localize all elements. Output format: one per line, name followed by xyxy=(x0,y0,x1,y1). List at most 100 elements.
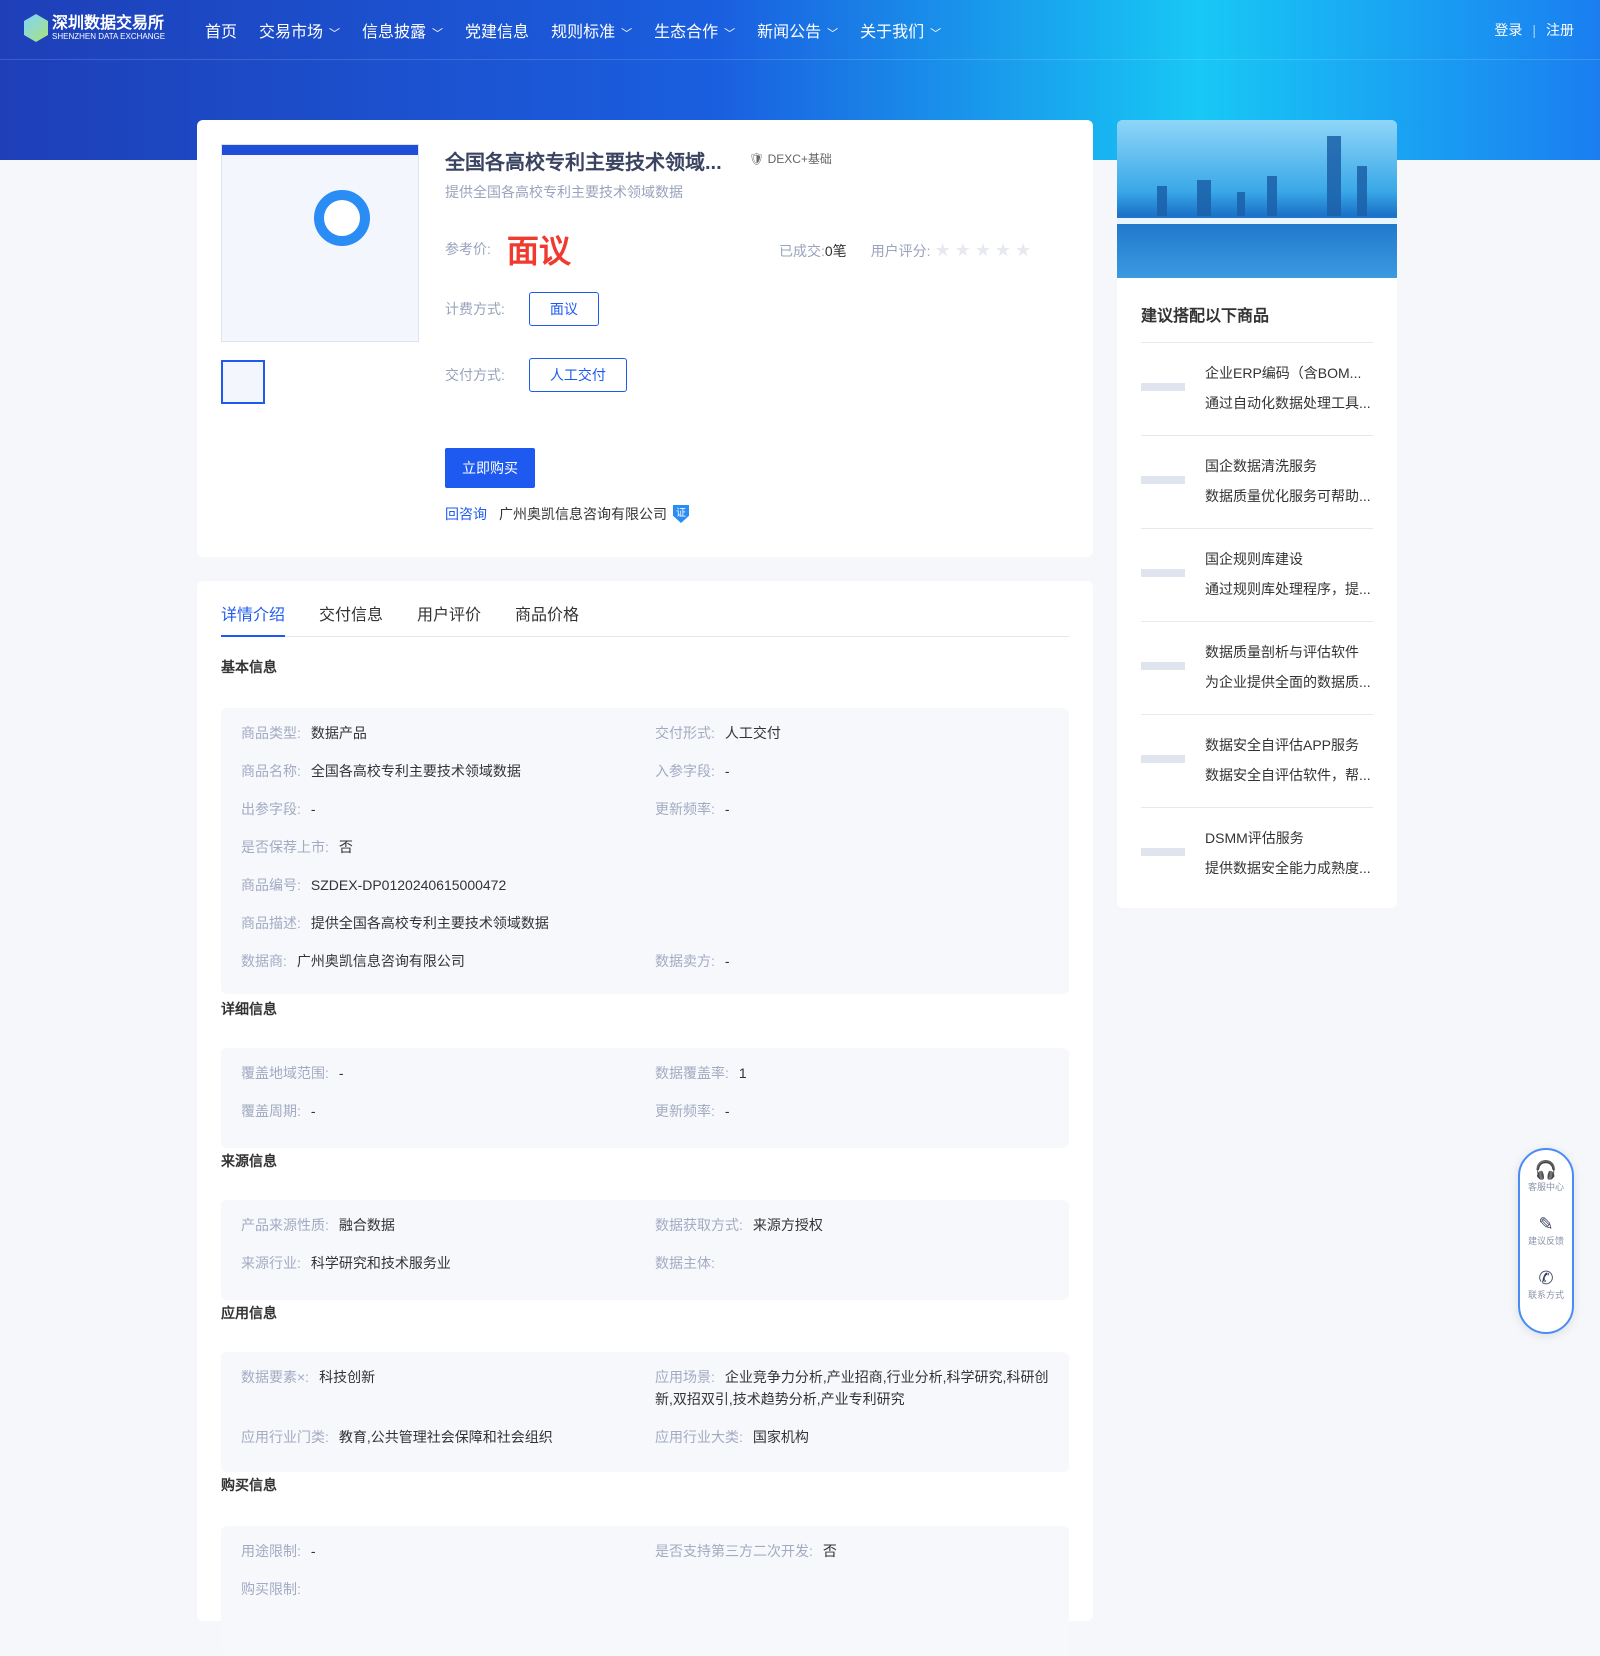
field-label: 数据覆盖率: xyxy=(655,1065,729,1081)
sold-value: 0笔 xyxy=(824,242,847,259)
recommend-item[interactable]: DSMM评估服务 提供数据安全能力成熟度... xyxy=(1141,807,1373,900)
field-value: - xyxy=(310,801,316,817)
field-label: 应用场景: xyxy=(655,1369,715,1385)
recommend-item-title: 数据安全自评估APP服务 xyxy=(1205,737,1360,753)
info-field: 是否保荐上市: 否 xyxy=(241,836,353,858)
section-title: 基本信息 xyxy=(221,659,277,675)
field-value: 提供全国各高校专利主要技术领域数据 xyxy=(310,915,549,931)
login-link[interactable]: 登录 xyxy=(1494,22,1522,38)
float-label: 建议反馈 xyxy=(1527,1236,1564,1246)
info-field: 交付形式: 人工交付 xyxy=(655,722,1055,744)
info-field: 商品名称: 全国各高校专利主要技术领域数据 xyxy=(241,760,521,782)
chevron-down-icon: ﹀ xyxy=(329,28,341,40)
field-value: - xyxy=(338,1065,344,1081)
field-value: - xyxy=(724,953,730,969)
logo[interactable]: 深圳数据交易所 SHENZHEN DATA EXCHANGE xyxy=(24,14,165,42)
floating-toolbar: 🎧 客服中心 ✎ 建议反馈 ✆ 联系方式 xyxy=(1518,1148,1574,1334)
product-logo-icon xyxy=(1141,476,1185,484)
register-link[interactable]: 注册 xyxy=(1546,22,1574,38)
headset-icon: 🎧 xyxy=(1534,1160,1558,1180)
info-field: 商品类型: 数据产品 xyxy=(241,722,367,744)
detail-tabs: 详情介绍 交付信息 用户评价 商品价格 xyxy=(221,601,1069,637)
dexc-badge: 🛡 DEXC+基础 xyxy=(749,152,832,166)
field-label: 数据商: xyxy=(241,953,287,969)
field-value: 全国各高校专利主要技术领域数据 xyxy=(310,763,521,779)
info-field: 数据卖方: - xyxy=(655,950,1055,972)
recommend-item-title: DSMM评估服务 xyxy=(1205,830,1304,846)
field-value: - xyxy=(310,1103,316,1119)
rating-stars: ★ ★ ★ ★ ★ xyxy=(931,240,1032,261)
field-label: 商品类型: xyxy=(241,725,301,741)
chevron-down-icon: ﹀ xyxy=(724,28,736,40)
float-headset-button[interactable]: 🎧 客服中心 xyxy=(1520,1150,1572,1204)
recommend-item-title: 国企数据清洗服务 xyxy=(1205,458,1317,474)
nav-item[interactable]: 首页 xyxy=(205,18,237,42)
recommend-item-title: 国企规则库建设 xyxy=(1205,551,1303,567)
thumbnail[interactable] xyxy=(221,360,265,404)
billing-label: 计费方式: xyxy=(445,301,505,317)
field-label: 来源行业: xyxy=(241,1255,301,1271)
field-label: 更新频率: xyxy=(655,1103,715,1119)
nav-item[interactable]: 生态合作 ﹀ xyxy=(654,18,735,42)
product-logo-icon xyxy=(1141,848,1185,856)
info-field: 应用行业大类: 国家机构 xyxy=(655,1426,1055,1448)
section-title: 详细信息 xyxy=(221,1001,277,1017)
float-label: 客服中心 xyxy=(1527,1182,1564,1192)
info-field: 更新频率: - xyxy=(655,1100,1055,1122)
billing-option[interactable]: 面议 xyxy=(528,292,599,326)
delivery-label: 交付方式: xyxy=(445,367,505,383)
logo-text: 深圳数据交易所 xyxy=(52,14,165,32)
product-logo-icon xyxy=(1141,383,1185,391)
product-card: 全国各高校专利主要技术领域... 🛡 DEXC+基础 提供全国各高校专利主要技术… xyxy=(197,120,1093,557)
float-phone-button[interactable]: ✆ 联系方式 xyxy=(1520,1258,1572,1312)
nav-item[interactable]: 信息披露 ﹀ xyxy=(362,18,443,42)
tab[interactable]: 商品价格 xyxy=(515,601,579,637)
buy-now-button[interactable]: 立即购买 xyxy=(445,448,535,488)
delivery-option[interactable]: 人工交付 xyxy=(528,358,627,392)
recommend-item[interactable]: 国企规则库建设 通过规则库处理程序，提... xyxy=(1141,528,1373,621)
recommend-item[interactable]: 数据安全自评估APP服务 数据安全自评估软件，帮... xyxy=(1141,714,1373,807)
consult-link[interactable]: 回咨询 xyxy=(445,504,487,524)
product-title: 全国各高校专利主要技术领域... xyxy=(445,152,722,174)
seller-name[interactable]: 广州奥凯信息咨询有限公司 xyxy=(499,504,667,524)
field-label: 商品编号: xyxy=(241,877,301,893)
float-feedback-button[interactable]: ✎ 建议反馈 xyxy=(1520,1204,1572,1258)
field-value: - xyxy=(724,801,730,817)
info-field: 商品编号: SZDEX-DP0120240615000472 xyxy=(241,874,506,896)
recommend-item[interactable]: 国企数据清洗服务 数据质量优化服务可帮助... xyxy=(1141,435,1373,528)
field-value: 来源方授权 xyxy=(752,1217,823,1233)
info-field: 应用行业门类: 教育,公共管理社会保障和社会组织 xyxy=(241,1426,553,1448)
tab[interactable]: 用户评价 xyxy=(417,601,481,637)
info-field: 是否支持第三方二次开发: 否 xyxy=(655,1540,1055,1562)
nav-item[interactable]: 交易市场 ﹀ xyxy=(259,18,340,42)
field-label: 商品名称: xyxy=(241,763,301,779)
star-icon: ★ xyxy=(1015,240,1032,260)
info-field: 来源行业: 科学研究和技术服务业 xyxy=(241,1252,451,1274)
field-label: 入参字段: xyxy=(655,763,715,779)
recommend-item[interactable]: 企业ERP编码（含BOM... 通过自动化数据处理工具... xyxy=(1141,342,1373,435)
nav-item[interactable]: 关于我们 ﹀ xyxy=(860,18,941,42)
field-value: 否 xyxy=(338,839,353,855)
field-label: 购买限制: xyxy=(241,1581,301,1597)
info-field: 数据获取方式: 来源方授权 xyxy=(655,1214,1055,1236)
nav-item[interactable]: 规则标准 ﹀ xyxy=(551,18,632,42)
nav-item-label: 生态合作 xyxy=(654,24,719,41)
city-banner-image xyxy=(1117,120,1397,278)
info-field: 覆盖周期: - xyxy=(241,1100,316,1122)
tab[interactable]: 交付信息 xyxy=(319,601,383,637)
nav-item[interactable]: 新闻公告 ﹀ xyxy=(757,18,838,42)
recommend-item[interactable]: 数据质量剖析与评估软件 为企业提供全面的数据质... xyxy=(1141,621,1373,714)
recommend-item-desc: 通过自动化数据处理工具... xyxy=(1205,395,1371,411)
star-icon: ★ xyxy=(974,240,991,260)
info-field: 入参字段: - xyxy=(655,760,1055,782)
info-field: 应用场景: 企业竞争力分析,产业招商,行业分析,科学研究,科研创新,双招双引,技术… xyxy=(655,1366,1055,1410)
nav-item-label: 信息披露 xyxy=(362,24,427,41)
nav-item-label: 首页 xyxy=(205,24,238,41)
chevron-down-icon: ﹀ xyxy=(827,28,839,40)
info-field: 数据覆盖率: 1 xyxy=(655,1062,1055,1084)
tab[interactable]: 详情介绍 xyxy=(221,601,286,637)
nav-item[interactable]: 党建信息 xyxy=(465,18,529,42)
field-label: 是否保荐上市: xyxy=(241,839,329,855)
field-label: 产品来源性质: xyxy=(241,1217,329,1233)
field-label: 数据卖方: xyxy=(655,953,715,969)
